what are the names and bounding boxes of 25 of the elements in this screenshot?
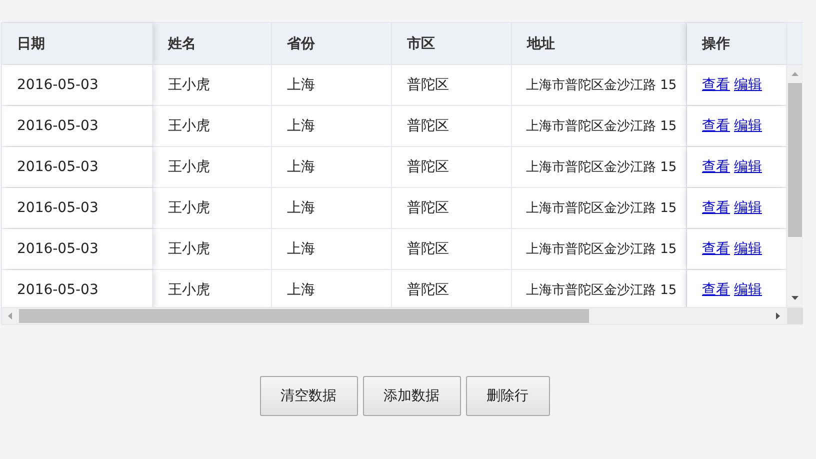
action-link[interactable]: 编辑 [734,240,762,258]
horizontal-scrollbar[interactable] [2,307,803,324]
column-header: 日期 [2,23,153,64]
action-button[interactable]: 清空数据 [260,376,358,416]
action-link[interactable]: 查看 [702,281,730,299]
table-cell: 2016-05-03 [2,147,153,187]
table-cell: 2016-05-03 [2,188,153,228]
action-link[interactable]: 编辑 [734,76,762,94]
action-button[interactable]: 删除行 [466,376,550,416]
action-link[interactable]: 查看 [702,158,730,176]
action-button[interactable]: 添加数据 [362,376,460,416]
action-link[interactable]: 编辑 [734,158,762,176]
action-link[interactable]: 查看 [702,199,730,217]
action-link[interactable]: 查看 [702,76,730,94]
action-link[interactable]: 编辑 [734,117,762,135]
action-link[interactable]: 查看 [702,117,730,135]
column-header: 操作 [687,23,787,64]
action-link[interactable]: 查看 [702,240,730,258]
vertical-scrollbar[interactable] [787,65,803,307]
table-cell: 2016-05-03 [2,270,153,307]
action-link[interactable]: 编辑 [734,281,762,299]
table-cell: 2016-05-03 [2,106,153,146]
table-cell: 2016-05-03 [2,65,153,105]
table-cell: 2016-05-03 [2,229,153,269]
action-link[interactable]: 编辑 [734,199,762,217]
